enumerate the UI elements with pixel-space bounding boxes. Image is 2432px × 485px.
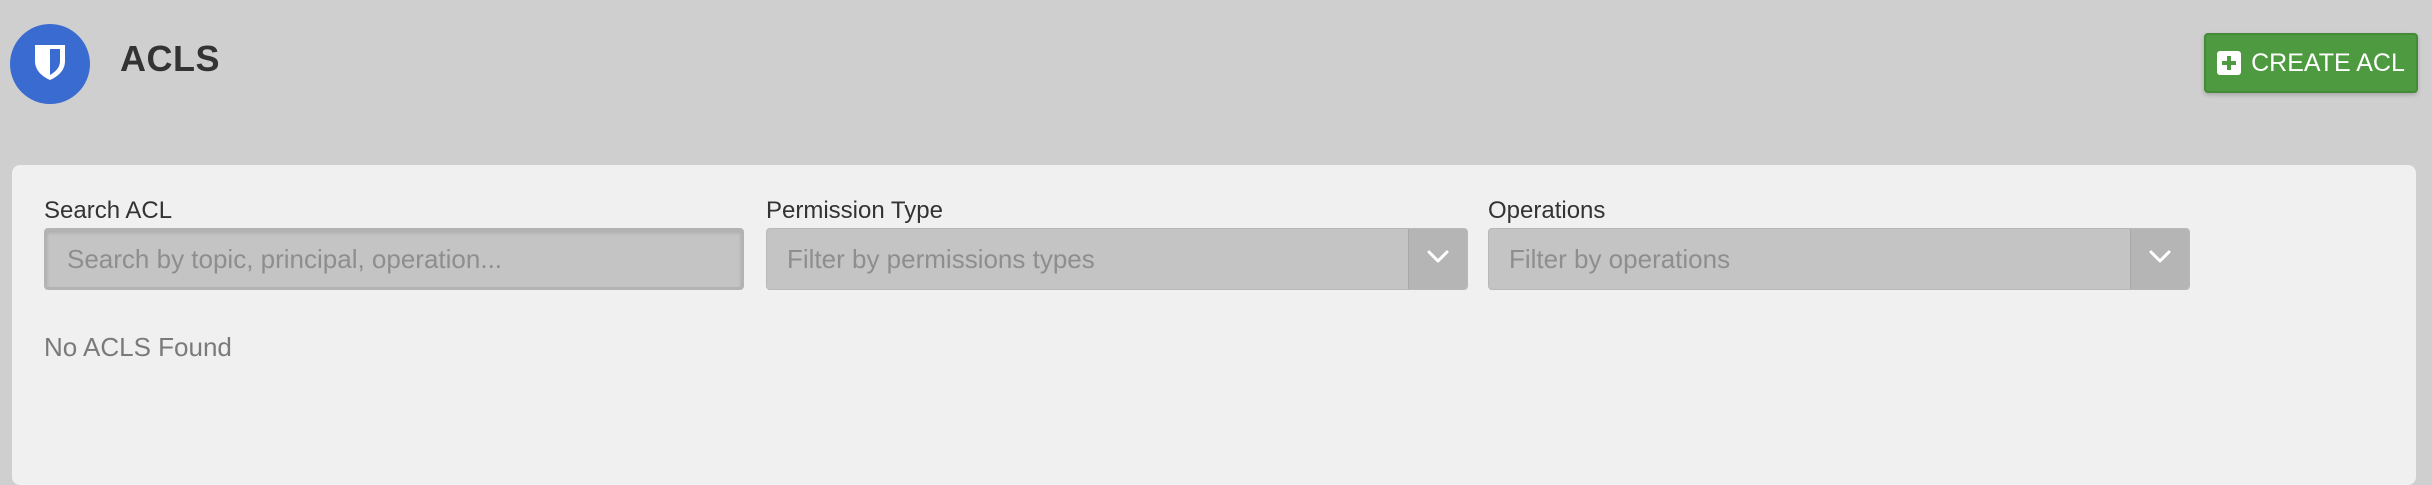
permission-type-select[interactable]: Filter by permissions types [766, 228, 1468, 290]
empty-results-message: No ACLS Found [44, 332, 232, 362]
create-acl-button[interactable]: CREATE ACL [2204, 33, 2418, 93]
permission-type-label: Permission Type [766, 197, 943, 224]
shield-icon [33, 43, 67, 86]
permission-type-dropdown-toggle[interactable] [1408, 229, 1467, 289]
operations-dropdown-toggle[interactable] [2130, 229, 2189, 289]
operations-placeholder: Filter by operations [1509, 243, 1731, 274]
page-title: ACLS [120, 38, 220, 79]
page-header: ACLS CREATE ACL [0, 0, 2432, 166]
search-input[interactable] [47, 231, 741, 287]
search-field[interactable] [44, 228, 744, 290]
permission-type-placeholder: Filter by permissions types [787, 243, 1095, 274]
operations-label: Operations [1488, 197, 1606, 224]
create-acl-label: CREATE ACL [2251, 48, 2405, 77]
chevron-down-icon [1427, 250, 1449, 269]
logo [10, 24, 90, 104]
plus-square-icon [2217, 51, 2242, 75]
chevron-down-icon [2149, 250, 2171, 269]
search-label: Search ACL [44, 197, 173, 224]
operations-select[interactable]: Filter by operations [1488, 228, 2190, 290]
acl-panel [12, 165, 2416, 485]
